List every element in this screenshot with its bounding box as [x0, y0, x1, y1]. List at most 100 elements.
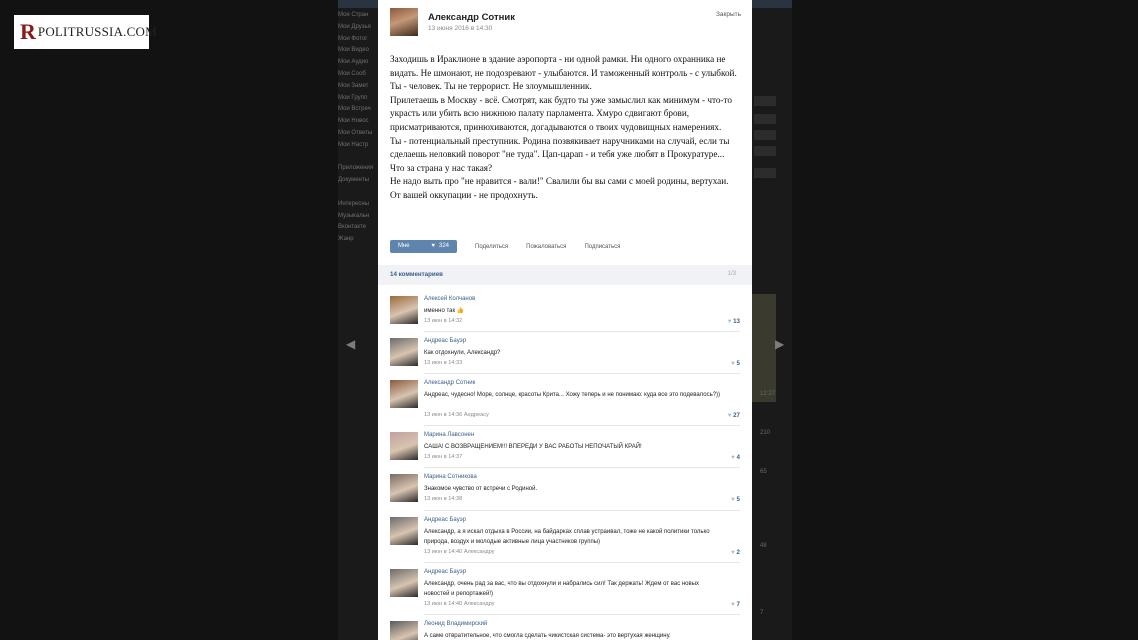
background-count: 7 — [760, 610, 764, 616]
post-paragraph: Что за страна у нас такая? — [390, 162, 493, 173]
background-count: 12:27 — [760, 391, 776, 397]
author-avatar[interactable] — [390, 8, 418, 36]
background-count: 210 — [760, 430, 771, 436]
background-menu-item: Мои Фотог — [338, 35, 368, 42]
comment-text: именно так 👍 — [424, 308, 465, 314]
background-menu-item: Мои Замет — [338, 82, 369, 89]
background-left-menu: Моя Стран Мои Друзья Мои Фотог Мои Видео Мои… — [338, 10, 378, 246]
like-count: 324 — [438, 243, 449, 249]
post-window: Александр Сотник 13 июня 2016 в 14:30 За… — [378, 0, 752, 640]
post-header: Александр Сотник 13 июня 2016 в 14:30 За… — [378, 0, 752, 44]
comments-pager[interactable]: 1/3 — [728, 271, 736, 277]
commenter-name[interactable]: Андреас Бауэр — [424, 338, 466, 344]
comment-time[interactable]: 13 июн в 14:33 — [424, 360, 462, 366]
comment-separator — [424, 425, 740, 426]
comment-separator — [424, 331, 740, 332]
comment-text: САША! С ВОЗВРАЩЕНИЕМ!!! ВПЕРЕДИ У ВАС РА… — [424, 444, 642, 450]
comment-likes[interactable]: ♥ 7 — [731, 601, 740, 608]
comment-time[interactable]: 13 июн в 14:38 — [424, 496, 462, 502]
background-menu-item: Мои Настр — [338, 141, 369, 148]
commenter-avatar[interactable] — [390, 621, 418, 640]
background-menu-item: Мои Друзья — [338, 23, 371, 30]
heart-icon: ♥ — [431, 243, 435, 249]
commenter-avatar[interactable] — [390, 380, 418, 408]
post-paragraph: Заходишь в Ираклионе в здание аэропорта … — [390, 54, 737, 92]
comment-like-count: 4 — [736, 454, 740, 461]
comment-text: А саме отвратительное, что смогла сделат… — [424, 633, 671, 639]
comment-time[interactable]: 13 июн в 14:40 Александру — [424, 549, 495, 555]
background-menu-item: Мои Встреч — [338, 106, 371, 113]
comment-time[interactable]: 13 июн в 14:37 — [424, 454, 462, 460]
background-menu-item: Моя Стран — [338, 12, 369, 18]
share-link[interactable]: Поделиться — [475, 244, 508, 250]
commenter-avatar[interactable] — [390, 517, 418, 545]
background-menu-item: Мои Аудио — [338, 59, 369, 66]
commenter-name[interactable]: Андреас Бауэр — [424, 569, 466, 575]
background-photo — [752, 294, 776, 402]
background-count: 48 — [760, 543, 767, 549]
background-widget — [754, 168, 776, 178]
commenter-avatar[interactable] — [390, 432, 418, 460]
comment-text: Александр, а я искал отдыха в России, на… — [424, 529, 710, 545]
comment-separator — [424, 562, 740, 563]
next-arrow-icon[interactable]: ▶ — [775, 337, 784, 351]
subscribe-link[interactable]: Подписаться — [584, 244, 620, 250]
report-link[interactable]: Пожаловаться — [526, 244, 566, 250]
background-menu-item: Мои Новос — [338, 118, 369, 125]
commenter-avatar[interactable] — [390, 338, 418, 366]
politrussia-logo: R POLITRUSSIA.COM — [14, 15, 157, 49]
comment-like-count: 5 — [736, 360, 740, 367]
commenter-name[interactable]: Марина Сотникова — [424, 474, 477, 480]
commenter-avatar[interactable] — [390, 569, 418, 597]
background-widget — [754, 114, 776, 124]
comment-like-count: 27 — [733, 412, 740, 419]
background-count: 65 — [760, 469, 767, 475]
commenter-avatar[interactable] — [390, 474, 418, 502]
like-button[interactable]: Мне нравится ♥ 324 — [390, 240, 457, 262]
comment-likes[interactable]: ♥ 4 — [731, 454, 740, 461]
background-menu-item: Жанр — [338, 236, 354, 243]
comment-likes[interactable]: ♥ 5 — [731, 360, 740, 367]
comment-time[interactable]: 13 июн в 14:32 — [424, 318, 462, 324]
comment-separator — [424, 510, 740, 511]
comment-text: Знакомое чувство от встречи с Родиной. — [424, 486, 538, 492]
comment-text: Как отдохнули, Александр? — [424, 350, 501, 356]
post-paragraph: Не надо выть про "не нравится - вали!" С… — [390, 176, 729, 200]
comment-likes[interactable]: ♥ 5 — [731, 496, 740, 503]
background-menu-item — [338, 187, 378, 199]
comment-separator — [424, 373, 740, 374]
comment-time[interactable]: 13 июн в 14:36 Андреасу — [424, 412, 489, 418]
post-date[interactable]: 13 июня 2016 в 14:30 — [428, 25, 492, 32]
commenter-name[interactable]: Андреас Бауэр — [424, 517, 466, 523]
comment-time[interactable]: 13 июн в 14:40 Александру — [424, 601, 495, 607]
commenter-name[interactable]: Алексей Колчанов — [424, 296, 475, 302]
comment-likes[interactable]: ♥ 27 — [728, 412, 740, 419]
background-menu-item: Интересны — [338, 200, 369, 207]
comment-likes[interactable]: ♥ 2 — [731, 549, 740, 556]
background-menu-item: Приложения — [338, 165, 374, 172]
comment-like-count: 13 — [733, 318, 740, 325]
background-widget — [754, 96, 776, 106]
background-menu-item: Музыкальн — [338, 212, 370, 219]
post-paragraph: Прилетаешь в Москву - всё. Смотрят, как … — [390, 94, 732, 132]
post-text: Заходишь в Ираклионе в здание аэропорта … — [390, 53, 740, 203]
commenter-name[interactable]: Александр Сотник — [424, 380, 475, 386]
comment-likes[interactable]: ♥ 13 — [728, 318, 740, 325]
commenter-avatar[interactable] — [390, 296, 418, 324]
commenter-name[interactable]: Леонид Владимирский — [424, 621, 487, 627]
background-menu-item: Мои Ответы — [338, 129, 373, 136]
commenter-name[interactable]: Марина Лавсонен — [424, 432, 474, 438]
background-menu-item: Вконтакте — [338, 224, 367, 231]
post-author[interactable]: Александр Сотник — [428, 12, 515, 23]
background-menu-item: Документы — [338, 177, 369, 184]
comment-like-count: 5 — [736, 496, 740, 503]
background-widget — [754, 146, 776, 156]
prev-arrow-icon[interactable]: ◀ — [346, 337, 355, 351]
close-button[interactable]: Закрыть — [716, 11, 741, 18]
comments-header: 14 комментариев 1/3 — [378, 265, 752, 285]
logo-text: POLITRUSSIA.COM — [37, 24, 157, 39]
background-menu-item: Мои Сооб — [338, 70, 366, 77]
comments-count[interactable]: 14 комментариев — [390, 271, 443, 278]
logo-mark: R — [20, 19, 36, 44]
comment-like-count: 2 — [736, 549, 740, 556]
